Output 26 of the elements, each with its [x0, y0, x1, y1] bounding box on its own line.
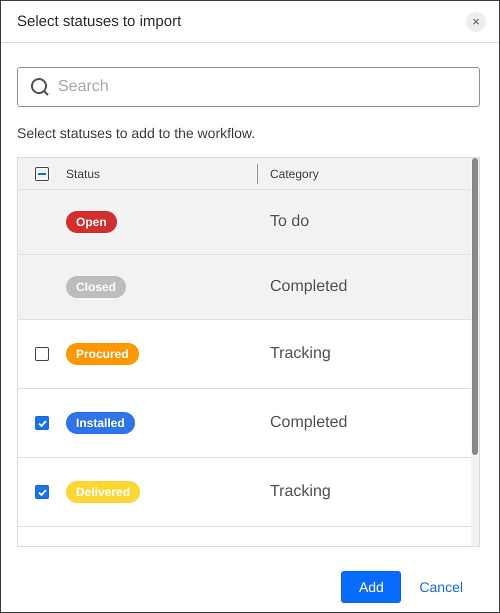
status-tag: Closed	[66, 276, 126, 298]
category-cell-text: Completed	[269, 278, 348, 296]
instruction-text: Select statuses to add to the workflow.	[17, 125, 256, 141]
category-cell-text: Completed	[269, 414, 348, 432]
checkbox[interactable]	[35, 485, 49, 499]
checkbox[interactable]	[35, 166, 49, 180]
status-tag: Open	[66, 211, 117, 233]
checkbox[interactable]	[35, 347, 49, 361]
dialog-title: Select statuses to import	[17, 13, 182, 30]
cancel-link[interactable]: Cancel	[419, 579, 463, 595]
category-cell-text: To do	[269, 213, 310, 231]
status-tag: Installed	[66, 412, 135, 434]
column-header: Category	[270, 166, 319, 180]
checkbox[interactable]	[35, 416, 49, 430]
category-cell-text: Tracking	[269, 483, 331, 501]
add-button[interactable]: Add	[341, 571, 402, 603]
status-tag: Procured	[66, 343, 139, 365]
search-field[interactable]: Search	[17, 67, 480, 107]
column-header: Status	[66, 166, 100, 180]
status-tag: Delivered	[66, 481, 140, 503]
check-icon	[38, 420, 46, 426]
close-button[interactable]: ×	[466, 12, 486, 32]
search-icon	[30, 77, 50, 97]
category-cell-text: Tracking	[269, 345, 331, 363]
minus-icon	[38, 172, 46, 174]
check-icon	[38, 488, 46, 496]
